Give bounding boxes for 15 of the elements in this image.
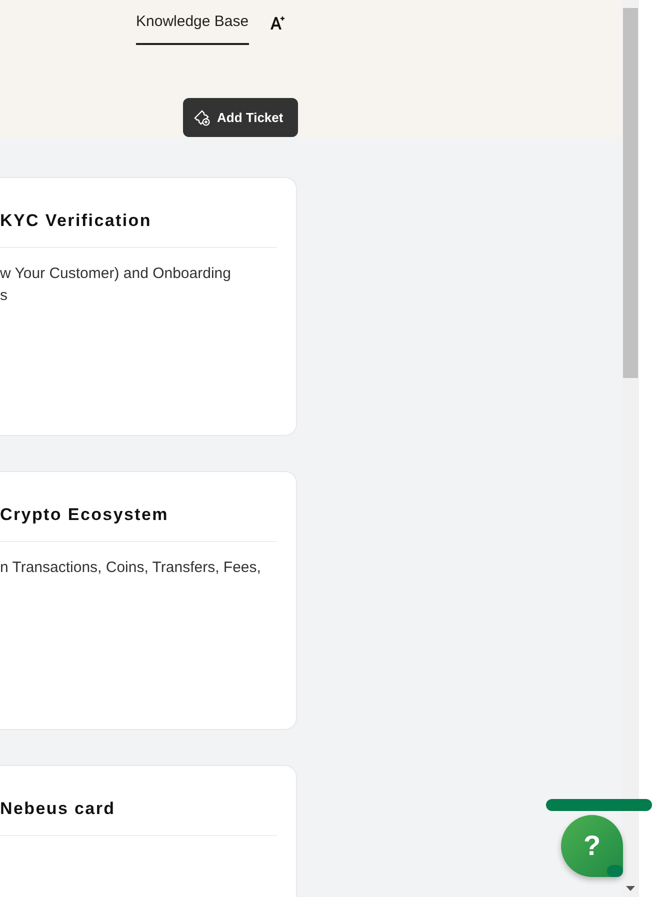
card-title: Nebeus card <box>0 799 116 820</box>
card-title: Crypto Ecosystem <box>0 505 170 526</box>
nav-tab[interactable]: Knowledge Base <box>136 13 249 45</box>
font-size-icon[interactable] <box>270 16 285 30</box>
category-card[interactable]: Crypto Ecosystem n Transactions, Coins, Transfers, Fees, <box>0 471 297 730</box>
scrollbar-thumb[interactable] <box>623 8 638 378</box>
category-card[interactable]: KYC Verification w Your Customer) and Onboarding s <box>0 177 297 436</box>
scroll-down-icon[interactable] <box>626 886 635 891</box>
card-title: KYC Verification <box>0 211 152 232</box>
card-description: w Your Customer) and Onboarding <box>0 264 232 284</box>
category-card[interactable]: Nebeus card <box>0 765 297 897</box>
card-description: s <box>0 286 8 306</box>
scrollbar[interactable] <box>622 0 639 897</box>
card-description: n Transactions, Coins, Transfers, Fees, <box>0 558 262 578</box>
add-ticket-button[interactable]: Add Ticket <box>183 98 298 137</box>
